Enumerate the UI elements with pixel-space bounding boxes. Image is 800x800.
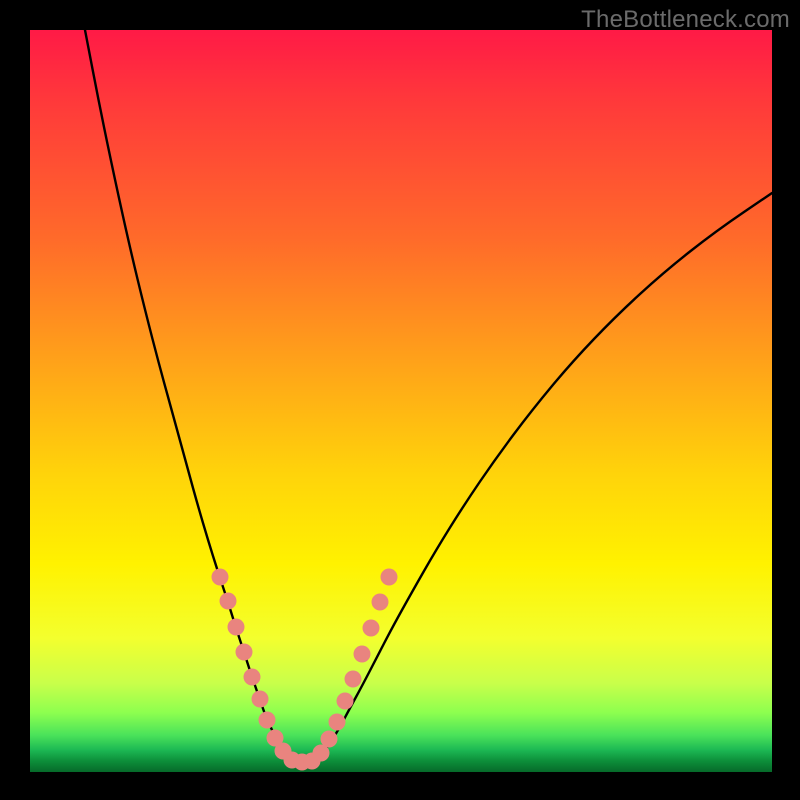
data-marker: [363, 620, 380, 637]
data-marker: [345, 671, 362, 688]
data-marker: [337, 693, 354, 710]
data-marker: [321, 731, 338, 748]
data-marker: [236, 644, 253, 661]
chart-frame: TheBottleneck.com: [0, 0, 800, 800]
curve-layer: [85, 30, 772, 762]
chart-svg: [30, 30, 772, 772]
data-marker: [212, 569, 229, 586]
data-marker: [354, 646, 371, 663]
plot-area: [30, 30, 772, 772]
data-marker: [220, 593, 237, 610]
data-marker: [252, 691, 269, 708]
data-marker: [329, 714, 346, 731]
curve-right-branch: [318, 193, 772, 759]
data-marker: [244, 669, 261, 686]
data-marker: [372, 594, 389, 611]
data-marker: [228, 619, 245, 636]
watermark-text: TheBottleneck.com: [581, 6, 790, 34]
curve-left-branch: [85, 30, 288, 757]
data-marker: [381, 569, 398, 586]
data-marker: [259, 712, 276, 729]
